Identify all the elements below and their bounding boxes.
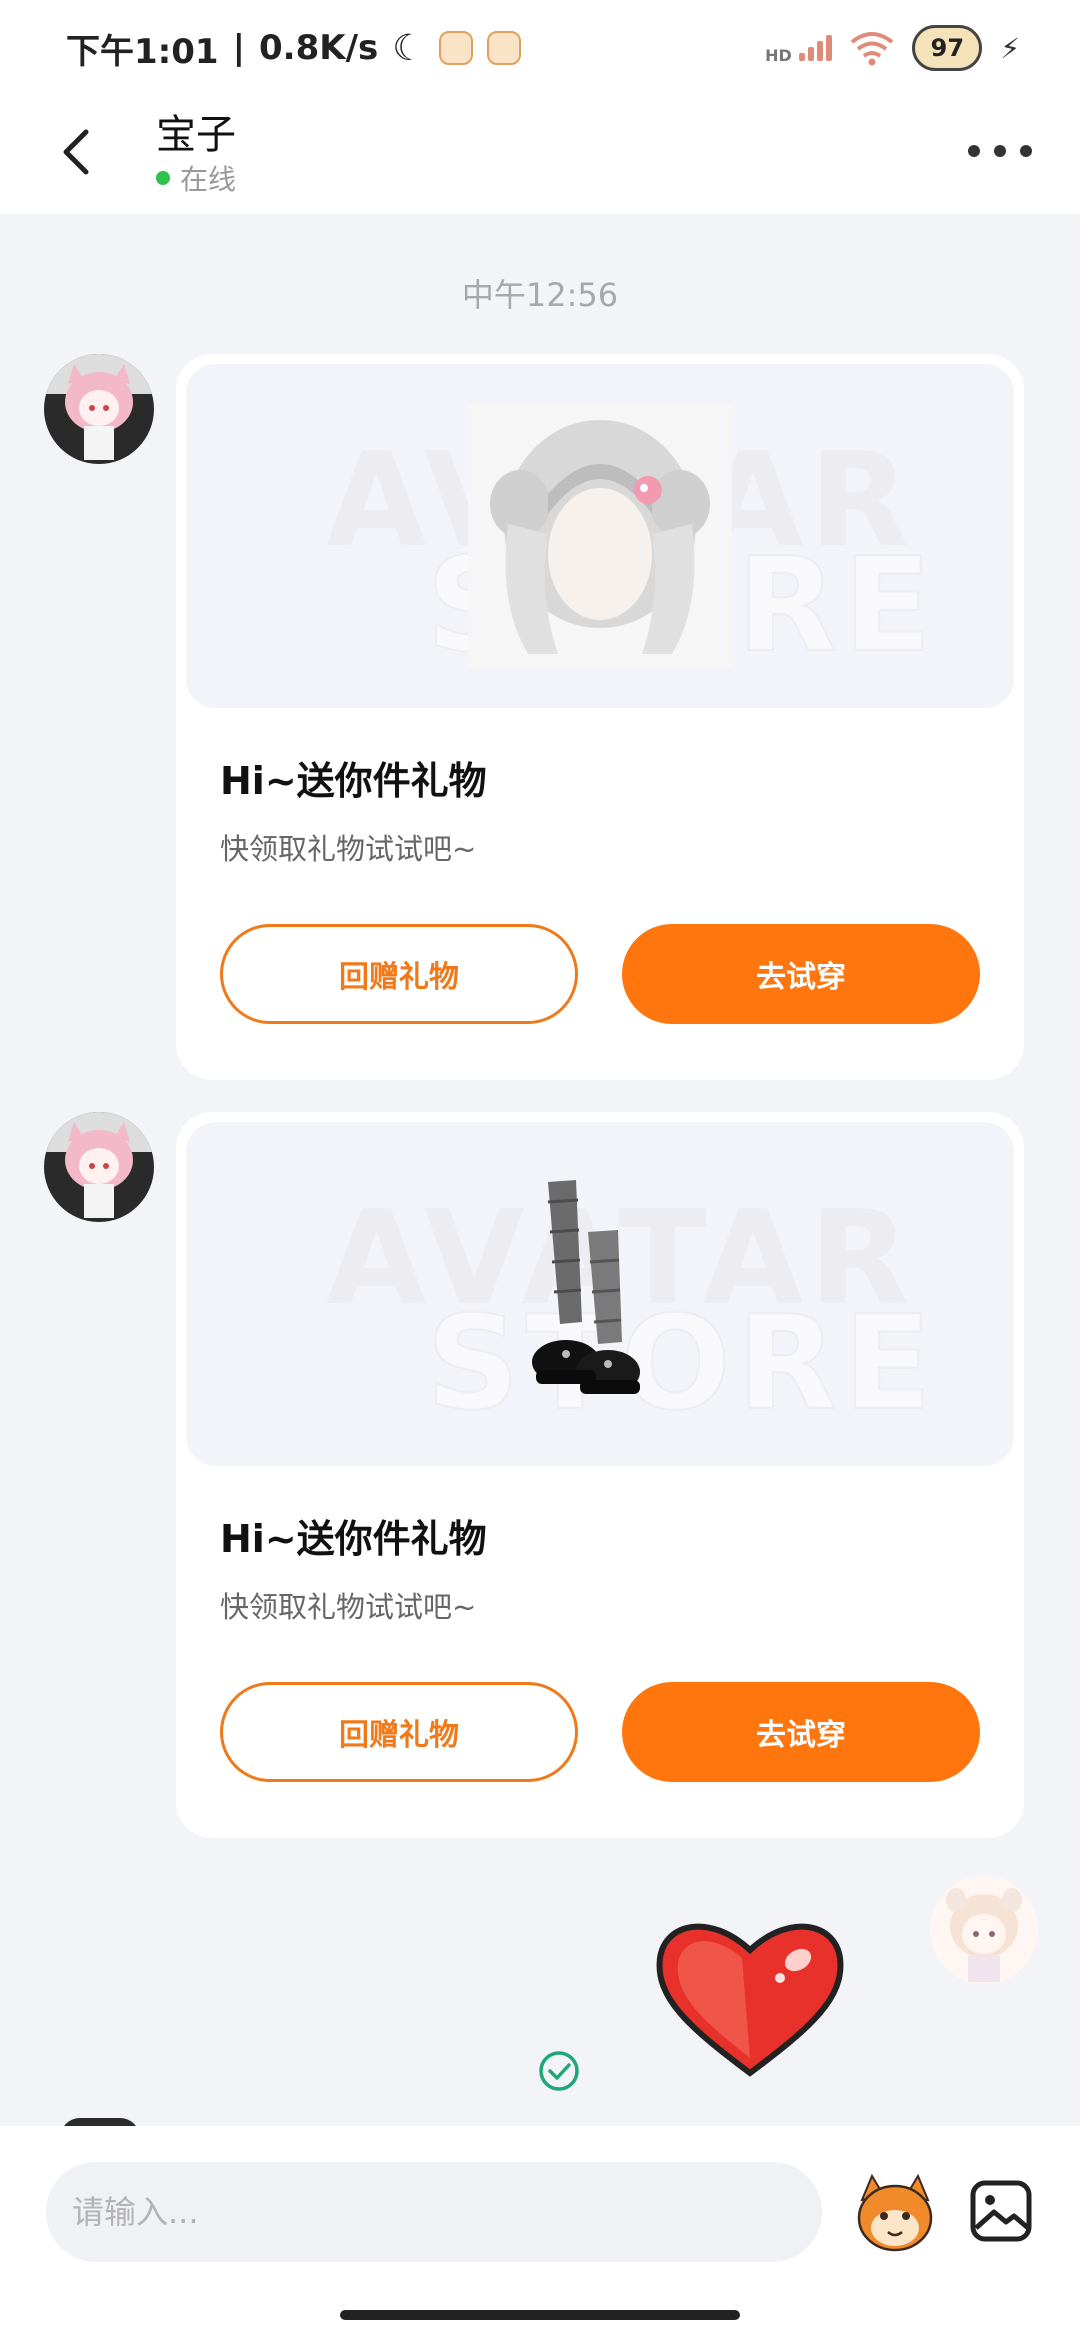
cellular-signal-icon: HD — [765, 31, 833, 65]
image-icon — [970, 2180, 1032, 2242]
app-notification-icon — [486, 31, 521, 65]
gift-preview: AVATAR STORE — [186, 1122, 1014, 1466]
more-icon — [968, 145, 980, 157]
gift-title: Hi~送你件礼物 — [220, 759, 487, 803]
return-gift-button[interactable]: 回赠礼物 — [220, 1682, 578, 1782]
heart-icon — [656, 1923, 844, 2077]
heart-sticker[interactable] — [650, 1908, 850, 2083]
online-dot-icon — [156, 171, 170, 185]
image-button[interactable] — [968, 2178, 1034, 2244]
more-button[interactable] — [968, 126, 1032, 176]
gift-card[interactable]: AVATAR STORE Hi~送你件礼物 快领取礼物试试吧~ 回赠礼物 去试穿 — [176, 1112, 1024, 1838]
moon-icon: ☾ — [392, 27, 425, 69]
back-button[interactable] — [48, 122, 108, 182]
battery-level: 97 — [930, 34, 965, 62]
app-notification-icon — [438, 31, 473, 65]
sticker-button[interactable] — [852, 2170, 938, 2256]
home-indicator[interactable] — [340, 2310, 740, 2320]
return-gift-button[interactable]: 回赠礼物 — [220, 924, 578, 1024]
socks-shoes-item-image — [532, 1180, 640, 1394]
status-left: 下午1:01 | 0.8K/s ☾ — [66, 24, 521, 73]
read-check-icon — [538, 2050, 580, 2092]
sender-avatar[interactable] — [44, 1112, 154, 1222]
status-right: HD 97 ⚡ — [765, 25, 1020, 71]
gift-preview: AVATAR STORE — [186, 364, 1014, 708]
status-net-speed: 0.8K/s — [259, 28, 379, 68]
gift-title: Hi~送你件礼物 — [220, 1517, 487, 1561]
presence-label: 在线 — [180, 163, 237, 196]
presence-status: 在线 — [156, 158, 236, 198]
chat-timestamp: 中午12:56 — [461, 276, 619, 314]
status-time: 下午1:01 — [66, 31, 219, 72]
my-avatar[interactable] — [930, 1876, 1038, 1984]
try-on-button[interactable]: 去试穿 — [622, 924, 980, 1024]
charging-icon: ⚡ — [1000, 31, 1020, 65]
network-label: HD — [765, 46, 792, 65]
hair-item-image — [468, 404, 732, 668]
message-input[interactable] — [46, 2162, 822, 2262]
chat-header: 宝子 在线 — [0, 96, 1080, 214]
avatar-image — [44, 1112, 154, 1222]
input-bar — [0, 2126, 1080, 2340]
status-separator: | — [232, 28, 245, 68]
gift-subtitle: 快领取礼物试试吧~ — [220, 1590, 477, 1624]
gift-subtitle: 快领取礼物试试吧~ — [220, 832, 477, 866]
avatar-image — [44, 354, 154, 464]
watermark-text: STORE — [425, 1286, 938, 1440]
back-icon — [63, 129, 89, 175]
try-on-button[interactable]: 去试穿 — [622, 1682, 980, 1782]
battery-icon: 97 — [912, 25, 983, 71]
wifi-icon — [851, 32, 894, 66]
status-bar: 下午1:01 | 0.8K/s ☾ HD 97 ⚡ — [0, 0, 1080, 96]
contact-name: 宝子 — [156, 112, 236, 158]
avatar-image — [930, 1876, 1038, 1984]
sticker-icon — [857, 2173, 933, 2252]
sender-avatar[interactable] — [44, 354, 154, 464]
gift-card[interactable]: AVATAR STORE Hi~送你件礼物 快领取礼物试试吧~ 回赠礼物 去试穿 — [176, 354, 1024, 1080]
